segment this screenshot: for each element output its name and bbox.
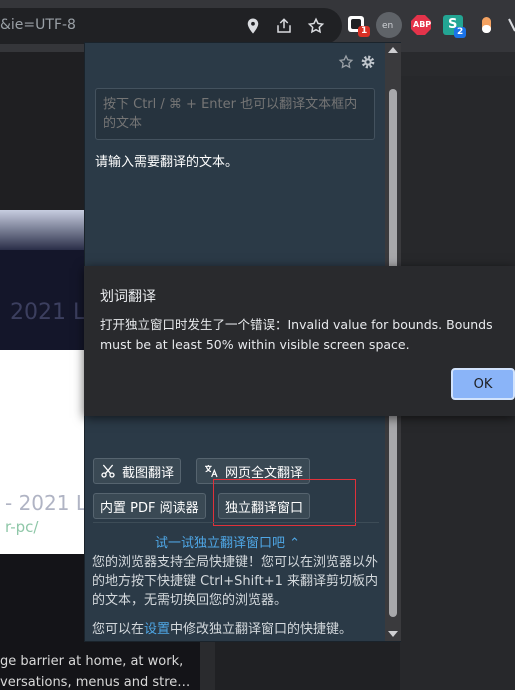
screenshot-translate-button[interactable]: 截图翻译 — [93, 458, 182, 484]
favorite-star-icon[interactable] — [338, 54, 354, 70]
popup-header — [85, 43, 385, 83]
address-bar-url[interactable]: &ie=UTF-8 — [0, 17, 76, 33]
s-extension-icon[interactable]: S 2 — [442, 14, 467, 38]
scroll-down-arrow[interactable] — [388, 631, 398, 637]
translate-extension-icon[interactable]: 1 — [346, 14, 371, 37]
page-hero-title: 2021 L — [10, 300, 86, 325]
shortcut-info-text: 您的浏览器支持全局快捷键！您可以在浏览器以外的地方按下快捷键 Ctrl+Shif… — [92, 555, 379, 608]
en-extension-label: en — [382, 21, 394, 31]
share-icon[interactable] — [274, 16, 294, 36]
dialog-title: 划词翻译 — [100, 289, 156, 305]
scissors-icon — [100, 463, 116, 479]
location-icon[interactable] — [243, 16, 263, 36]
scroll-up-arrow[interactable] — [388, 47, 398, 53]
red-highlight-box — [213, 479, 356, 526]
en-extension-icon[interactable]: en — [376, 12, 402, 38]
webpage-translate-label: 网页全文翻译 — [225, 465, 304, 481]
page-body-line: ge barrier at home, at work, — [0, 654, 184, 669]
popup-divider — [93, 522, 379, 523]
screenshot-translate-label: 截图翻译 — [122, 465, 175, 481]
shortcut-settings-text: 您可以在设置中修改独立翻译窗口的快捷键。 — [92, 618, 382, 637]
page-body-line: versations, menus and stre… — [0, 675, 191, 690]
settings-text-suffix: 中修改独立翻译窗口的快捷键。 — [170, 622, 353, 637]
pill-extension-icon[interactable] — [476, 14, 498, 36]
settings-gear-icon[interactable] — [360, 54, 376, 70]
settings-link[interactable]: 设置 — [144, 622, 170, 637]
pdf-reader-button[interactable]: 内置 PDF 阅读器 — [93, 493, 206, 519]
ok-button[interactable]: OK — [451, 368, 515, 400]
page-result-url: r-pc/ — [5, 518, 39, 536]
pdf-reader-label: 内置 PDF 阅读器 — [100, 500, 199, 516]
adblock-extension-icon[interactable]: ABP — [410, 14, 432, 36]
try-standalone-link[interactable]: 试一试独立翻译窗口吧 ⌃ — [155, 532, 300, 551]
page-result-title[interactable]: - 2021 L — [5, 491, 87, 515]
translate-input[interactable] — [95, 88, 375, 140]
settings-text-prefix: 您可以在 — [92, 622, 145, 637]
error-dialog: 划词翻译 打开独立窗口时发生了一个错误：Invalid value for bo… — [84, 266, 515, 416]
extension-overflow-icon[interactable] — [507, 14, 515, 36]
adblock-extension-label: ABP — [413, 20, 432, 29]
translate-icon — [203, 463, 219, 479]
dialog-message: 打开独立窗口时发生了一个错误：Invalid value for bounds.… — [100, 317, 493, 352]
bookmark-star-icon[interactable] — [306, 16, 326, 36]
translate-prompt: 请输入需要翻译的文本。 — [95, 155, 239, 170]
page-body-text: ge barrier at home, at work, versations,… — [0, 651, 200, 690]
s-extension-badge: 2 — [454, 27, 467, 38]
translate-extension-badge: 1 — [358, 26, 371, 37]
